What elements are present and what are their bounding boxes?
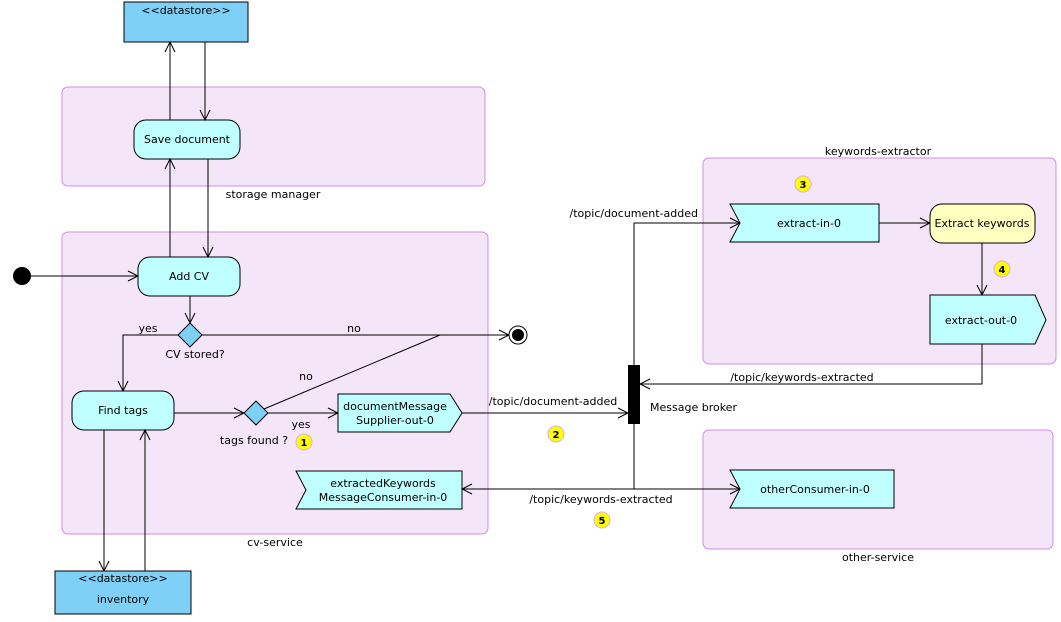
datastore-name: inventory	[97, 593, 150, 606]
signal-label: extract-in-0	[777, 217, 841, 230]
guard-label: yes	[291, 418, 310, 431]
topic-label: /topic/document-added	[570, 207, 698, 220]
activity-label: Find tags	[98, 404, 148, 417]
badge-number: 4	[999, 265, 1006, 276]
final-node-inner	[512, 329, 524, 341]
badge-number: 1	[301, 438, 308, 449]
badge-number: 3	[800, 180, 807, 191]
initial-node	[13, 267, 31, 285]
decision-label: CV stored?	[165, 348, 225, 361]
partition-label: keywords-extractor	[825, 145, 932, 158]
topic-label: /topic/keywords-extracted	[529, 493, 672, 506]
topic-label: /topic/keywords-extracted	[730, 371, 873, 384]
datastore-stereotype: <<datastore>>	[78, 572, 167, 585]
activity-label: Extract keywords	[935, 217, 1030, 230]
signal-label: otherConsumer-in-0	[760, 483, 870, 496]
datastore-stereotype: <<datastore>>	[141, 4, 230, 17]
guard-label: yes	[138, 322, 157, 335]
activity-label: Add CV	[169, 270, 209, 283]
topic-label: /topic/document-added	[489, 395, 617, 408]
badge-number: 5	[599, 516, 606, 527]
activity-label: Save document	[144, 133, 231, 146]
decision-label: tags found ?	[220, 434, 288, 447]
badge-number: 2	[553, 430, 560, 441]
message-broker-bar	[628, 365, 640, 424]
partition-storage-manager	[61, 86, 486, 187]
guard-label: no	[299, 370, 313, 383]
signal-label: extract-out-0	[945, 314, 1017, 327]
partition-label: storage manager	[226, 188, 321, 201]
activity-diagram: storage manager cv-service keywords-extr…	[13, 1, 1057, 615]
signal-label: Supplier-out-0	[356, 414, 434, 427]
guard-label: no	[347, 322, 361, 335]
signal-label: MessageConsumer-in-0	[319, 491, 448, 504]
partition-label: other-service	[842, 551, 914, 564]
signal-label: extractedKeywords	[330, 477, 436, 490]
signal-label: documentMessage	[343, 400, 447, 413]
broker-label: Message broker	[650, 401, 737, 414]
partition-label: cv-service	[247, 536, 303, 549]
